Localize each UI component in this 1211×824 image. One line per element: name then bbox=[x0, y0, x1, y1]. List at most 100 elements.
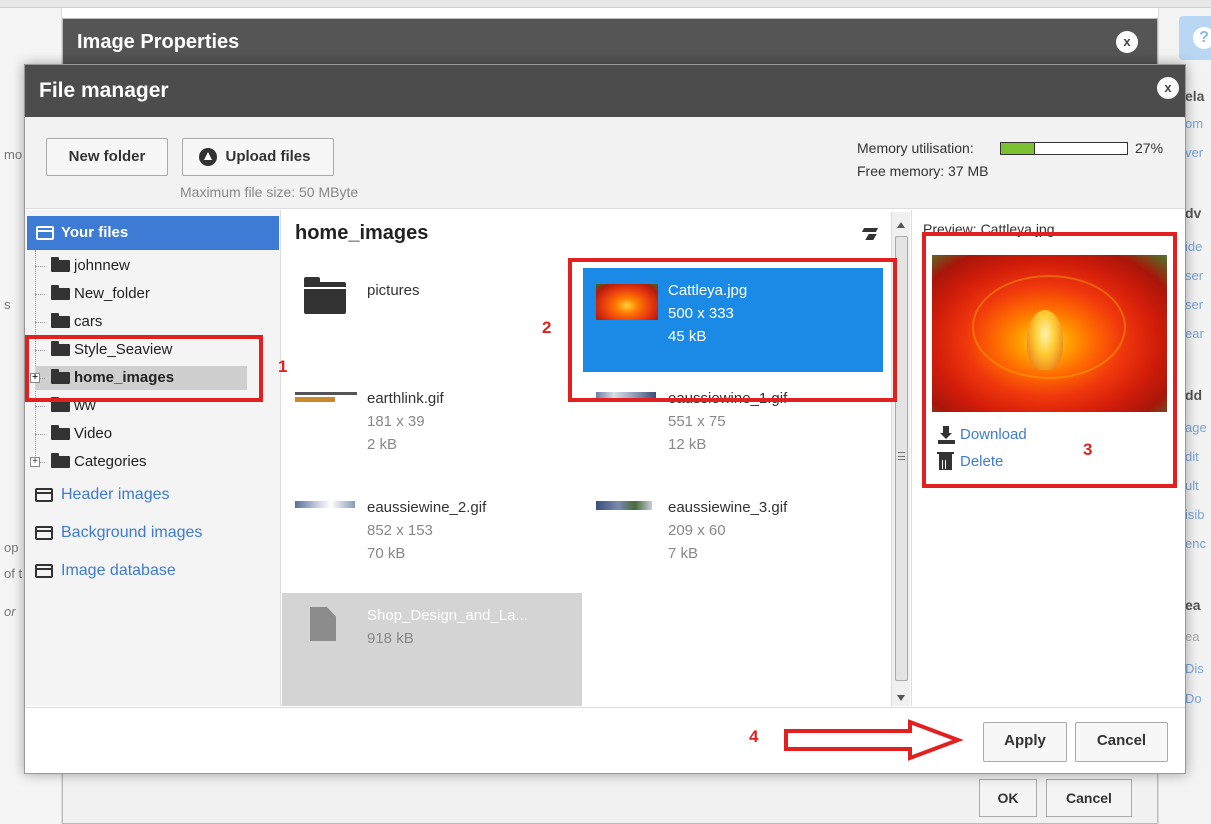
image-properties-cancel-button[interactable]: Cancel bbox=[1046, 779, 1132, 817]
file-name: earthlink.gif bbox=[367, 390, 444, 407]
annotation-number-4: 4 bbox=[749, 727, 759, 746]
background-text-fragment: of t bbox=[4, 566, 23, 581]
tree-item-new-folder[interactable]: New_folder bbox=[35, 282, 265, 306]
background-link[interactable]: enc bbox=[1185, 536, 1206, 551]
file-manager-close-icon[interactable]: x bbox=[1157, 77, 1179, 99]
expand-toggle-icon[interactable]: + bbox=[30, 373, 40, 383]
side-link-label: Background images bbox=[61, 524, 203, 541]
background-link[interactable]: Dis bbox=[1185, 661, 1204, 676]
expand-toggle-icon[interactable]: + bbox=[30, 457, 40, 467]
image-properties-ok-button[interactable]: OK bbox=[979, 779, 1037, 817]
side-link-label: Header images bbox=[61, 486, 170, 503]
tree-item-video[interactable]: Video bbox=[35, 422, 265, 446]
background-link[interactable]: Do bbox=[1185, 691, 1202, 706]
file-name: eaussiewine_2.gif bbox=[367, 499, 487, 516]
file-dimensions: 551 x 75 bbox=[668, 413, 726, 430]
scroll-down-icon[interactable] bbox=[897, 695, 905, 701]
file-item-shop-design[interactable]: Shop_Design_and_La... 918 kB bbox=[282, 593, 582, 706]
tree-item-label: New_folder bbox=[74, 285, 150, 302]
memory-utilisation-label: Memory utilisation: bbox=[857, 140, 974, 156]
download-icon bbox=[937, 426, 955, 444]
tree-item-ww[interactable]: ww bbox=[35, 394, 265, 418]
delete-link[interactable]: Delete bbox=[936, 452, 1004, 471]
folder-icon bbox=[51, 453, 70, 469]
image-database-link[interactable]: Image database bbox=[35, 558, 176, 584]
background-text-fragment: mo bbox=[4, 147, 23, 162]
preview-panel: Preview: Cattleya.jpg Download Delete bbox=[911, 210, 1185, 706]
upload-files-button[interactable]: Upload files bbox=[182, 138, 334, 176]
current-folder-title: home_images bbox=[295, 222, 429, 244]
tree-item-home-images[interactable]: + home_images bbox=[30, 366, 247, 390]
tree-item-categories[interactable]: + Categories bbox=[30, 450, 265, 474]
window-icon bbox=[36, 226, 54, 240]
cancel-button[interactable]: Cancel bbox=[1075, 722, 1168, 762]
background-link[interactable]: ear bbox=[1185, 326, 1204, 341]
tree-item-johnnew[interactable]: johnnew bbox=[35, 254, 265, 278]
image-thumbnail bbox=[295, 392, 357, 428]
annotation-number-3: 3 bbox=[1083, 440, 1093, 459]
file-item-eaussiewine-2[interactable]: eaussiewine_2.gif 852 x 153 70 kB bbox=[282, 485, 582, 589]
window-icon bbox=[35, 488, 53, 502]
file-item-pictures[interactable]: pictures bbox=[282, 268, 582, 372]
scrollbar-grip-icon bbox=[898, 452, 905, 460]
annotation-arrow bbox=[784, 719, 964, 761]
file-size: 2 kB bbox=[367, 436, 398, 453]
apply-button[interactable]: Apply bbox=[983, 722, 1067, 762]
tree-item-label: ww bbox=[74, 397, 96, 414]
scrollbar-thumb[interactable] bbox=[895, 236, 908, 681]
new-folder-button[interactable]: New folder bbox=[46, 138, 168, 176]
tree-item-style-seaview[interactable]: Style_Seaview bbox=[35, 338, 265, 362]
tree-item-label: Video bbox=[74, 425, 113, 442]
memory-utilisation-fill bbox=[1001, 143, 1036, 154]
memory-utilisation-bar bbox=[1000, 142, 1128, 155]
background-topbar bbox=[0, 0, 1211, 8]
delete-label: Delete bbox=[960, 453, 1004, 470]
your-files-root[interactable]: Your files bbox=[27, 216, 279, 250]
header-images-link[interactable]: Header images bbox=[35, 482, 170, 508]
help-button[interactable]: ? bbox=[1179, 16, 1211, 60]
background-link[interactable]: ult bbox=[1185, 478, 1199, 493]
background-link[interactable]: age bbox=[1185, 420, 1207, 435]
tree-item-cars[interactable]: cars bbox=[35, 310, 265, 334]
background-link[interactable]: ver bbox=[1185, 145, 1203, 160]
help-icon: ? bbox=[1193, 27, 1211, 49]
background-link[interactable]: dit bbox=[1185, 449, 1199, 464]
background-search-field[interactable]: ea bbox=[1185, 629, 1199, 644]
background-link[interactable]: isib bbox=[1185, 507, 1205, 522]
image-properties-close-icon[interactable]: x bbox=[1116, 31, 1138, 53]
side-link-label: Image database bbox=[61, 562, 176, 579]
file-name: eaussiewine_1.gif bbox=[668, 390, 788, 407]
annotation-number-2: 2 bbox=[542, 318, 552, 337]
background-link[interactable]: ser bbox=[1185, 297, 1203, 312]
background-heading: ea bbox=[1185, 597, 1201, 613]
file-name: Shop_Design_and_La... bbox=[367, 607, 528, 624]
scroll-up-icon[interactable] bbox=[897, 222, 905, 228]
tools-icon[interactable] bbox=[861, 224, 879, 242]
file-item-eaussiewine-3[interactable]: eaussiewine_3.gif 209 x 60 7 kB bbox=[583, 485, 883, 589]
file-item-cattleya[interactable]: Cattleya.jpg 500 x 333 45 kB bbox=[583, 268, 883, 372]
background-link[interactable]: ide bbox=[1185, 239, 1202, 254]
file-item-earthlink[interactable]: earthlink.gif 181 x 39 2 kB bbox=[282, 376, 582, 480]
tree-item-label: Style_Seaview bbox=[74, 341, 173, 358]
folder-icon bbox=[304, 277, 346, 314]
file-size: 45 kB bbox=[668, 328, 707, 345]
window-icon bbox=[35, 564, 53, 578]
preview-label: Preview: Cattleya.jpg bbox=[923, 221, 1055, 237]
image-properties-title: Image Properties bbox=[63, 19, 1157, 65]
folder-sidebar: Your files johnnew New_folder cars Style… bbox=[25, 210, 281, 706]
background-link[interactable]: ser bbox=[1185, 268, 1203, 283]
max-file-size-text: Maximum file size: 50 MByte bbox=[180, 184, 359, 200]
background-heading: dd bbox=[1185, 387, 1203, 403]
background-heading: ela bbox=[1185, 88, 1205, 104]
file-size: 918 kB bbox=[367, 630, 414, 647]
file-item-eaussiewine-1[interactable]: eaussiewine_1.gif 551 x 75 12 kB bbox=[583, 376, 883, 480]
trash-icon bbox=[937, 452, 954, 470]
download-link[interactable]: Download bbox=[936, 426, 1027, 444]
background-images-link[interactable]: Background images bbox=[35, 520, 202, 546]
background-link[interactable]: om bbox=[1185, 116, 1203, 131]
your-files-label: Your files bbox=[61, 224, 129, 241]
window-icon bbox=[35, 526, 53, 540]
file-list-scrollbar[interactable] bbox=[891, 212, 910, 706]
file-dimensions: 500 x 333 bbox=[668, 305, 734, 322]
document-icon bbox=[310, 607, 336, 641]
